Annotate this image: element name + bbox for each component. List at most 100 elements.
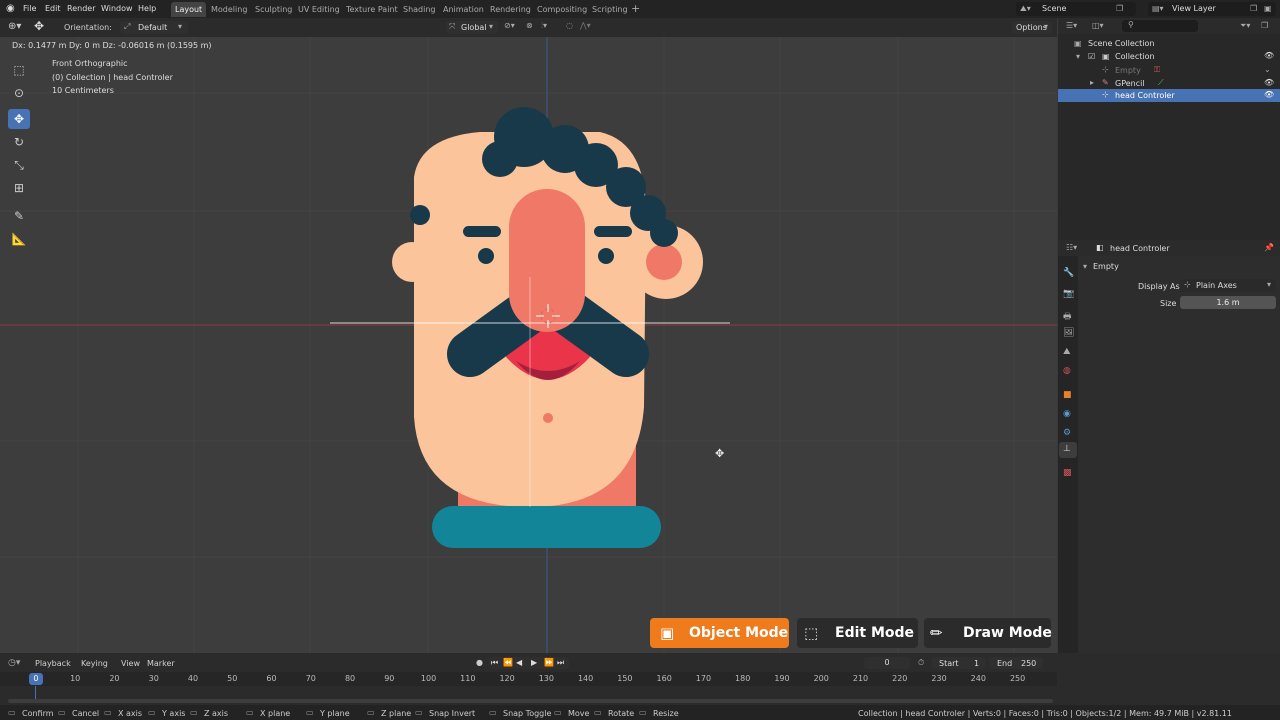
scene-selector[interactable]: ⛰▾ Scene ❐ — [1016, 2, 1136, 16]
orientation-dropdown[interactable]: ⤢ Default ▾ — [120, 21, 188, 34]
snap-toggle-icon[interactable]: ⊗ — [526, 21, 533, 30]
outliner-editor-icon[interactable]: ☰▾ — [1066, 21, 1077, 30]
menu-view[interactable]: View — [121, 659, 140, 668]
physics-tab-icon[interactable]: ◉ — [1063, 409, 1071, 419]
object-mode-button[interactable]: ▣ Object Mode — [650, 618, 789, 648]
ruler-tick-label: 10 — [70, 674, 81, 683]
tab-modeling[interactable]: Modeling — [207, 2, 251, 17]
scene-tab-icon[interactable]: ⛰ — [1063, 347, 1071, 357]
menu-marker[interactable]: Marker — [147, 659, 175, 668]
object-tab-icon[interactable]: ■ — [1063, 390, 1072, 400]
eye-hidden-icon[interactable]: ⌄ — [1264, 65, 1271, 74]
outliner-item-gpencil[interactable]: GPencil — [1115, 79, 1145, 88]
cursor-tool-icon[interactable]: ⊙ — [8, 83, 30, 103]
prev-key-icon[interactable]: ⏪ — [503, 658, 513, 667]
record-icon[interactable]: ● — [476, 658, 483, 667]
size-field[interactable]: 1.6 m — [1180, 296, 1276, 309]
menu-edit[interactable]: Edit — [45, 0, 61, 18]
tab-scripting[interactable]: Scripting — [588, 2, 632, 17]
end-frame-field[interactable]: End 250 — [989, 657, 1043, 669]
properties-editor-icon[interactable]: ☷▾ — [1066, 243, 1077, 252]
jump-end-icon[interactable]: ⏭ — [557, 658, 564, 668]
annotate-tool-icon[interactable]: ✎ — [8, 206, 30, 226]
new-collection-icon[interactable]: ❐ — [1261, 21, 1268, 30]
empty-panel-title[interactable]: Empty — [1093, 262, 1119, 271]
data-tab-active[interactable]: ⊥ — [1059, 442, 1077, 458]
clock-icon[interactable]: ⏱ — [918, 658, 924, 668]
panel-expand-icon[interactable]: ▾ — [1083, 262, 1087, 271]
filter-icon[interactable]: ⏷▾ — [1240, 21, 1250, 31]
expand-icon[interactable]: ▾ — [1076, 52, 1080, 61]
select-box-icon[interactable]: ⬚ — [8, 60, 30, 80]
transform-tool-icon[interactable]: ⊞ — [8, 178, 30, 198]
texture-tab-icon[interactable]: ▩ — [1063, 468, 1072, 478]
draw-mode-button[interactable]: ✏ Draw Mode — [924, 618, 1052, 648]
next-key-icon[interactable]: ⏩ — [544, 658, 554, 667]
tool-tab-icon[interactable]: 🔧 — [1063, 268, 1074, 278]
edit-mode-button[interactable]: ⬚ Edit Mode — [797, 618, 918, 648]
outliner-row-selected[interactable]: ⊹ head Controler 👁 — [1058, 89, 1280, 102]
snap-target-icon[interactable]: ⫶▾ — [541, 21, 547, 31]
tab-layout[interactable]: Layout — [171, 2, 207, 17]
start-frame-field[interactable]: Start 1 — [932, 657, 986, 669]
display-mode-icon[interactable]: ◫▾ — [1092, 21, 1104, 30]
collection-label[interactable]: Collection — [1115, 52, 1155, 61]
expand-icon[interactable]: ▸ — [1090, 78, 1094, 87]
frame-ruler[interactable]: 0 10 20 30 40 50 60 70 80 90 100 110 120 130 140 150 160… — [0, 672, 1057, 686]
view-layer-tab-icon[interactable]: 🖼 — [1063, 328, 1074, 338]
falloff-icon[interactable]: ⋀▾ — [580, 21, 591, 30]
jump-start-icon[interactable]: ⏮ — [491, 658, 498, 668]
menu-file[interactable]: File — [23, 0, 36, 18]
current-frame-field[interactable]: 0 — [864, 657, 910, 669]
constraints-tab-icon[interactable]: ⚙ — [1063, 428, 1071, 438]
blender-logo-icon[interactable]: ◉ — [6, 0, 15, 18]
checkbox-icon[interactable]: ☑ — [1088, 52, 1095, 61]
menu-playback[interactable]: Playback — [35, 659, 71, 668]
menu-help[interactable]: Help — [138, 0, 156, 18]
tab-compositing[interactable]: Compositing — [533, 2, 591, 17]
collection-info: (0) Collection | head Controler — [52, 73, 173, 82]
output-tab-icon[interactable]: 🖶 — [1063, 309, 1072, 325]
tab-sculpting[interactable]: Sculpting — [251, 2, 296, 17]
tab-animation[interactable]: Animation — [439, 2, 488, 17]
options-dropdown[interactable]: Options ▾ — [1012, 21, 1052, 34]
tab-rendering[interactable]: Rendering — [486, 2, 535, 17]
copy-layer-icon[interactable]: ❐ — [1250, 2, 1257, 16]
tab-texture-paint[interactable]: Texture Paint — [342, 2, 402, 17]
pivot-icon[interactable]: ⊘▾ — [504, 21, 515, 30]
timeline-editor-icon[interactable]: ◷▾ — [8, 658, 20, 668]
display-as-dropdown[interactable]: ⊹ Plain Axes ▾ — [1180, 279, 1276, 292]
menu-window[interactable]: Window — [101, 0, 133, 18]
scene-collection-label[interactable]: Scene Collection — [1088, 39, 1155, 48]
eye-icon[interactable]: 👁 — [1264, 90, 1274, 99]
outliner-item-empty[interactable]: Empty — [1115, 66, 1141, 75]
add-workspace-button[interactable]: + — [631, 0, 640, 18]
move-tool-button[interactable]: ✥ — [8, 109, 30, 129]
rotate-tool-icon[interactable]: ↻ — [8, 132, 30, 152]
play-reverse-icon[interactable]: ◀ — [516, 658, 522, 667]
play-icon[interactable]: ▶ — [531, 658, 537, 667]
transform-space-dropdown[interactable]: ⤧ Global ▾ — [446, 21, 498, 34]
measure-tool-icon[interactable]: 📐 — [8, 229, 30, 249]
menu-render[interactable]: Render — [67, 0, 95, 18]
render-tab-icon[interactable]: 📷 — [1063, 289, 1074, 299]
eye-icon[interactable]: 👁 — [1264, 78, 1274, 87]
world-tab-icon[interactable]: ◍ — [1063, 366, 1071, 376]
eye-icon[interactable]: 👁 — [1264, 51, 1274, 60]
pin-icon[interactable]: 📌 — [1264, 243, 1274, 252]
copy-scene-icon[interactable]: ❐ — [1116, 2, 1123, 16]
tool-shelf: ⬚ ⊙ ✥ ↻ ⤡ ⊞ ✎ 📐 — [5, 57, 31, 257]
editor-type-icon[interactable]: ⊕▾ — [8, 21, 21, 32]
tab-uv-editing[interactable]: UV Editing — [294, 2, 344, 17]
proportional-edit-icon[interactable]: ◌ — [566, 21, 573, 30]
tab-shading[interactable]: Shading — [399, 2, 440, 17]
menu-keying[interactable]: Keying — [81, 659, 108, 668]
scale-tool-icon[interactable]: ⤡ — [8, 155, 30, 175]
timeline-scrollbar[interactable] — [8, 699, 1053, 703]
plain-axes-icon: ⊹ — [1184, 280, 1191, 289]
remove-layer-icon[interactable]: ▣ — [1264, 2, 1272, 16]
move-tool-icon[interactable]: ✥ — [34, 19, 44, 33]
outliner-search-input[interactable]: ⚲ — [1122, 20, 1198, 32]
view-layer-selector[interactable]: ▤▾ View Layer ❐ ▣ — [1148, 2, 1276, 16]
3d-viewport[interactable]: ✥ Dx: 0.1477 m Dy: 0 m Dz: -0.06016 m (0… — [0, 37, 1057, 653]
